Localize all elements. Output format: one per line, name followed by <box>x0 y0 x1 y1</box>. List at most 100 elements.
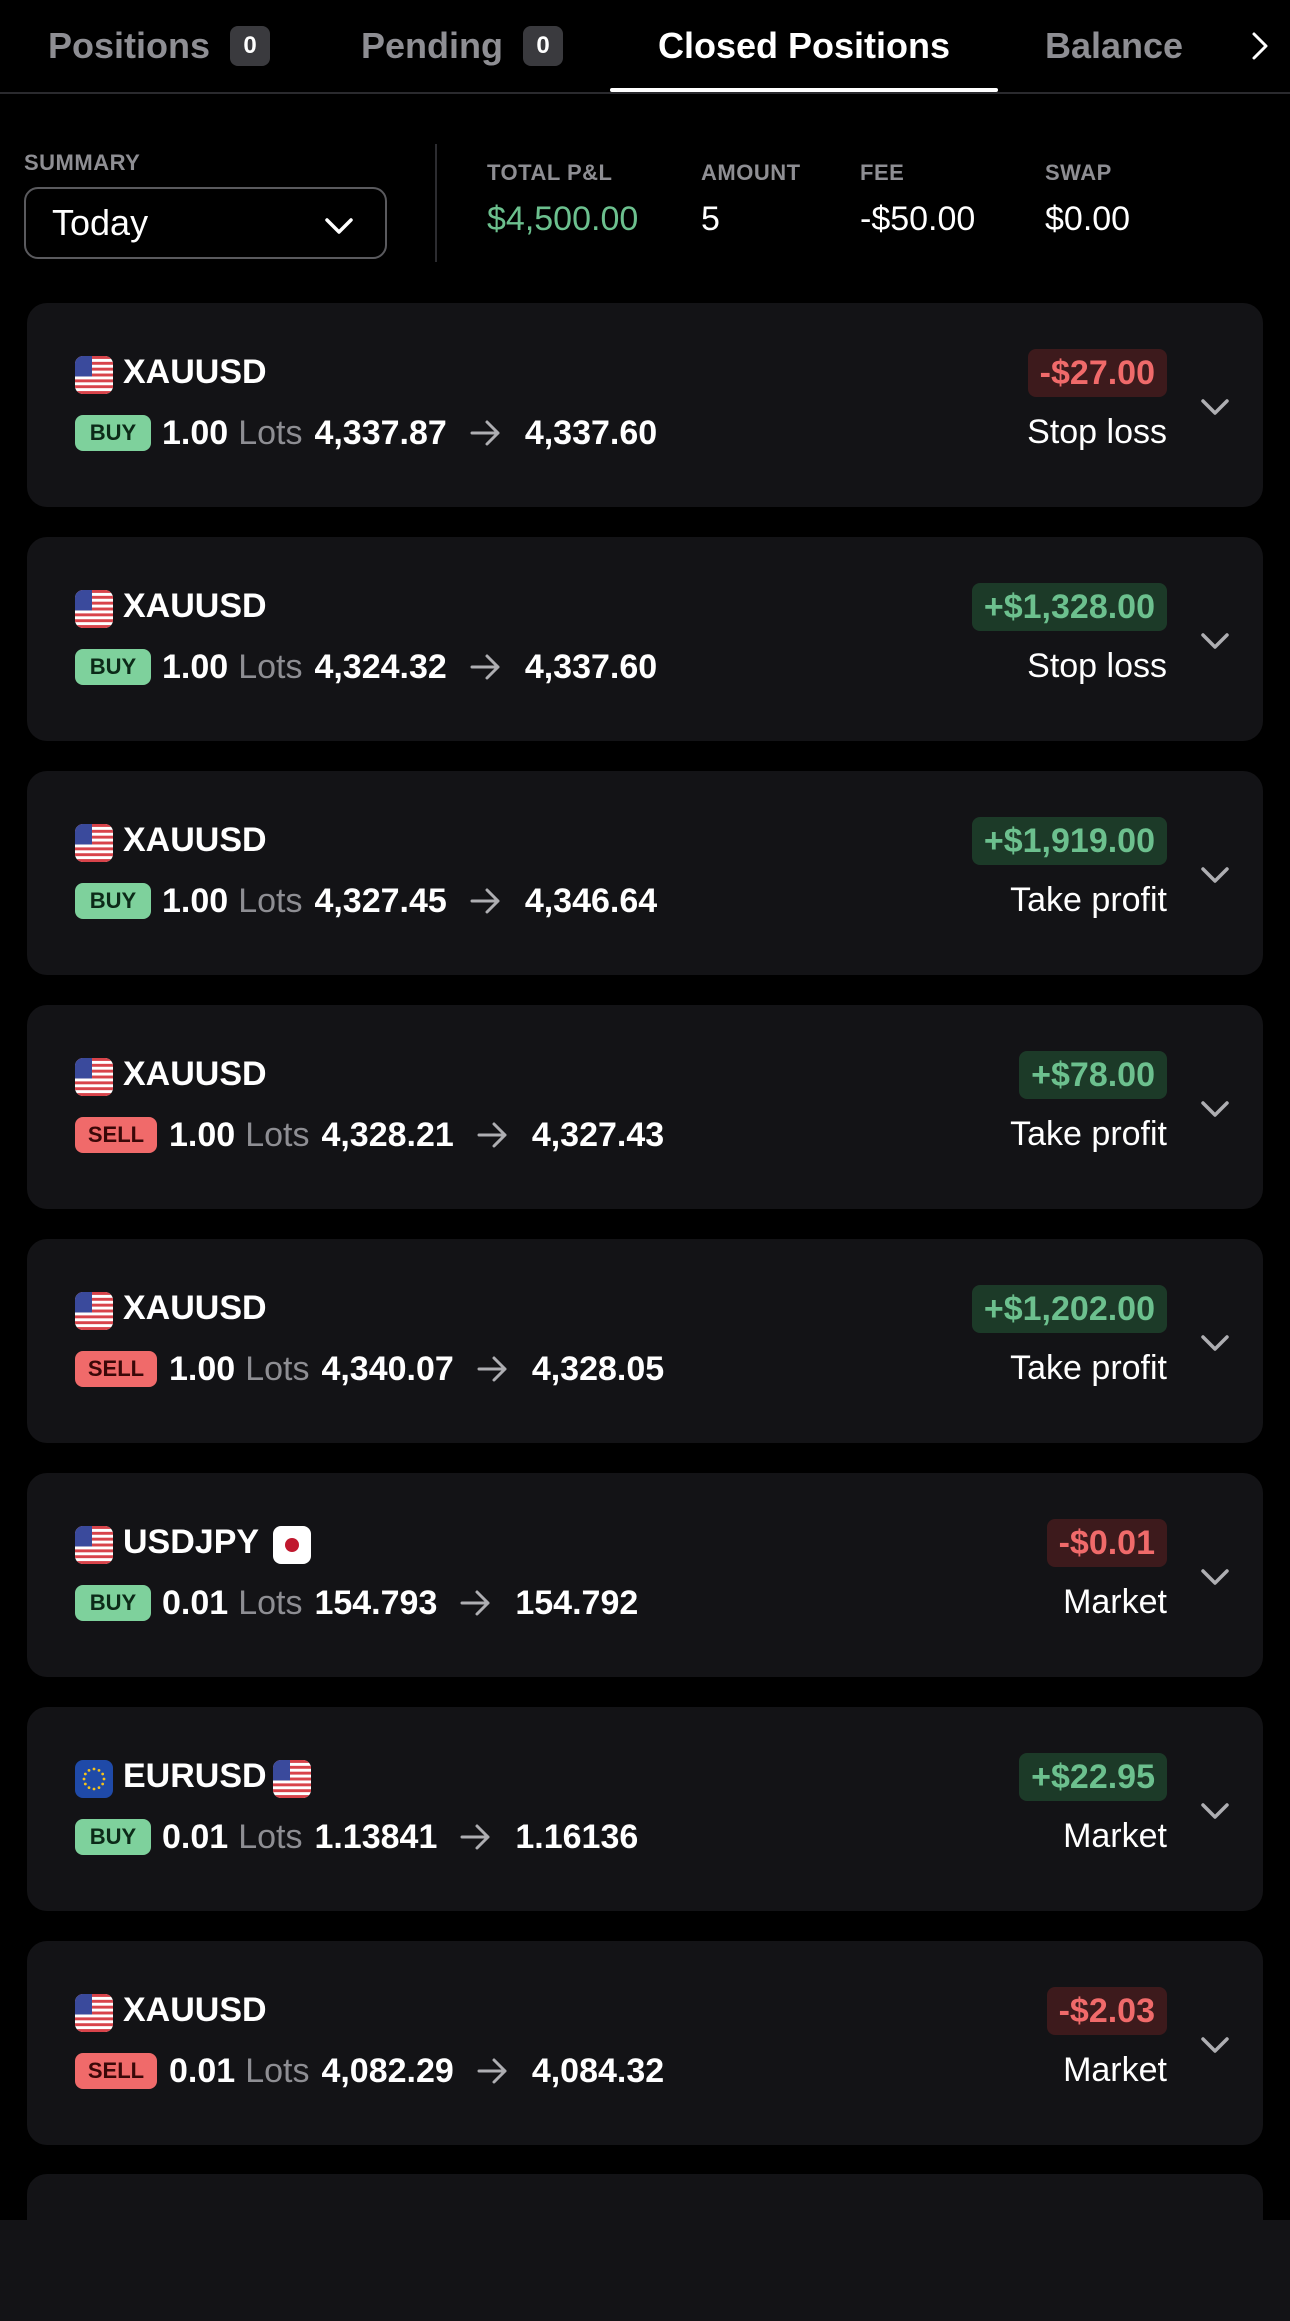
close-reason: Take profit <box>1010 1115 1167 1153</box>
us-flag-icon <box>75 1058 113 1096</box>
pending-count-badge: 0 <box>523 26 563 66</box>
summary-label: SUMMARY <box>24 150 141 175</box>
active-tab-indicator <box>610 88 998 92</box>
open-price: 4,337.87 <box>314 413 447 452</box>
pnl-badge: +$1,919.00 <box>971 817 1167 865</box>
total-pnl-label: TOTAL P&L <box>487 160 613 185</box>
trade-details: 0.01 Lots 154.793 154.792 <box>162 1579 638 1627</box>
close-price: 154.792 <box>515 1583 639 1622</box>
position-card[interactable]: XAUUSD BUY 1.00 Lots 4,324.32 4,337.60 +$1,328… <box>27 537 1263 741</box>
close-price: 4,337.60 <box>524 413 658 452</box>
close-price: 4,084.32 <box>531 2051 665 2090</box>
close-reason: Stop loss <box>1027 413 1167 451</box>
fee-label: FEE <box>860 160 905 185</box>
symbol-label: XAUUSD <box>123 1289 267 1327</box>
trade-details: 1.00 Lots 4,340.07 4,328.05 <box>169 1345 664 1393</box>
position-card[interactable]: USDJPY BUY 0.01 Lots 154.793 154.792 -$0.01 Mar… <box>27 1473 1263 1677</box>
close-reason: Take profit <box>1010 881 1167 919</box>
chevron-down-icon[interactable] <box>1191 383 1239 431</box>
tab-pending[interactable]: Pending 0 <box>361 0 563 92</box>
eu-flag-icon <box>75 1760 113 1798</box>
close-price: 4,337.60 <box>524 647 658 686</box>
position-card[interactable]: XAUUSD BUY 1.00 Lots 4,337.87 4,337.60 -$27.00… <box>27 303 1263 507</box>
trade-details: 1.00 Lots 4,324.32 4,337.60 <box>162 643 657 691</box>
fee-value: -$50.00 <box>860 200 976 238</box>
amount-label: AMOUNT <box>701 160 801 185</box>
side-badge: SELL <box>75 1351 157 1387</box>
lots-label: Lots <box>245 2051 310 2090</box>
tab-positions[interactable]: Positions 0 <box>48 0 271 92</box>
symbol-label: XAUUSD <box>123 587 267 625</box>
open-price: 1.13841 <box>314 1817 438 1856</box>
chevron-down-icon[interactable] <box>1191 1085 1239 1133</box>
close-price: 1.16136 <box>515 1817 639 1856</box>
symbol-label: USDJPY <box>123 1523 260 1561</box>
tab-closed-positions[interactable]: Closed Positions <box>658 0 950 92</box>
us-flag-icon <box>75 1994 113 2032</box>
close-reason: Take profit <box>1010 1349 1167 1387</box>
chevron-down-icon[interactable] <box>1191 2021 1239 2069</box>
open-price: 4,340.07 <box>321 1349 454 1388</box>
side-badge: SELL <box>75 1117 157 1153</box>
close-reason: Market <box>1063 2051 1167 2089</box>
summary-divider <box>435 144 437 262</box>
amount-value: 5 <box>701 200 720 238</box>
lots-label: Lots <box>245 1115 310 1154</box>
trade-details: 1.00 Lots 4,327.45 4,346.64 <box>162 877 657 925</box>
total-pnl-stat: TOTAL P&L $4,500.00 <box>487 160 638 239</box>
trade-details: 0.01 Lots 4,082.29 4,084.32 <box>169 2047 664 2095</box>
positions-count-badge: 0 <box>230 26 271 66</box>
volume-value: 0.01 <box>162 1817 229 1856</box>
chevron-down-icon[interactable] <box>1191 1787 1239 1835</box>
lots-label: Lots <box>238 647 303 686</box>
symbol-label: XAUUSD <box>123 1055 267 1093</box>
pnl-badge: +$1,328.00 <box>971 583 1167 631</box>
chevron-right-icon[interactable] <box>1236 22 1284 70</box>
position-card[interactable]: XAUUSD SELL 1.00 Lots 4,328.21 4,327.43 +$78.0… <box>27 1005 1263 1209</box>
tab-balance[interactable]: Balance <box>1045 0 1183 92</box>
lots-label: Lots <box>238 1583 303 1622</box>
volume-value: 1.00 <box>169 1115 236 1154</box>
us-flag-icon <box>273 1760 311 1798</box>
pnl-badge: -$0.01 <box>1046 1519 1167 1567</box>
period-select[interactable]: Today <box>24 187 387 259</box>
position-card[interactable]: XAUUSD SELL 0.01 Lots 4,082.29 4,084.32 -$2.03… <box>27 1941 1263 2145</box>
chevron-down-icon[interactable] <box>1191 1553 1239 1601</box>
symbol-label: XAUUSD <box>123 353 267 391</box>
pnl-badge: -$27.00 <box>1027 349 1167 397</box>
volume-value: 0.01 <box>162 1583 229 1622</box>
position-card[interactable]: EURUSD BUY 0.01 Lots 1.13841 1.16136 +$22.95 Ma… <box>27 1707 1263 1911</box>
close-price: 4,328.05 <box>531 1349 665 1388</box>
side-badge: SELL <box>75 2053 157 2089</box>
us-flag-icon <box>75 1292 113 1330</box>
tab-label: Positions <box>48 25 211 66</box>
us-flag-icon <box>75 356 113 394</box>
volume-value: 1.00 <box>169 1349 236 1388</box>
symbol-label: EURUSD <box>123 1757 267 1795</box>
close-reason: Market <box>1063 1817 1167 1855</box>
pnl-badge: +$1,202.00 <box>971 1285 1167 1333</box>
trade-details: 0.01 Lots 1.13841 1.16136 <box>162 1813 638 1861</box>
chevron-down-icon[interactable] <box>1191 617 1239 665</box>
close-reason: Market <box>1063 1583 1167 1621</box>
open-price: 4,328.21 <box>321 1115 454 1154</box>
swap-label: SWAP <box>1045 160 1112 185</box>
chevron-down-icon[interactable] <box>1191 1319 1239 1367</box>
side-badge: BUY <box>75 883 151 919</box>
lots-label: Lots <box>245 1349 310 1388</box>
arrow-right-icon <box>459 1588 493 1618</box>
symbol-label: XAUUSD <box>123 821 267 859</box>
tab-label: Balance <box>1045 25 1184 66</box>
jp-flag-icon <box>273 1526 311 1564</box>
position-card[interactable]: XAUUSD SELL 1.00 Lots 4,340.07 4,328.05 +$1,20… <box>27 1239 1263 1443</box>
close-reason: Stop loss <box>1027 647 1167 685</box>
lots-label: Lots <box>238 1817 303 1856</box>
fee-stat: FEE -$50.00 <box>860 160 975 239</box>
chevron-down-icon[interactable] <box>1191 851 1239 899</box>
position-card[interactable]: XAUUSD BUY 1.00 Lots 4,327.45 4,346.64 +$1,919… <box>27 771 1263 975</box>
pnl-badge: +$78.00 <box>1019 1051 1167 1099</box>
volume-value: 1.00 <box>162 647 229 686</box>
trade-details: 1.00 Lots 4,337.87 4,337.60 <box>162 409 657 457</box>
us-flag-icon <box>75 1526 113 1564</box>
swap-stat: SWAP $0.00 <box>1045 160 1130 239</box>
